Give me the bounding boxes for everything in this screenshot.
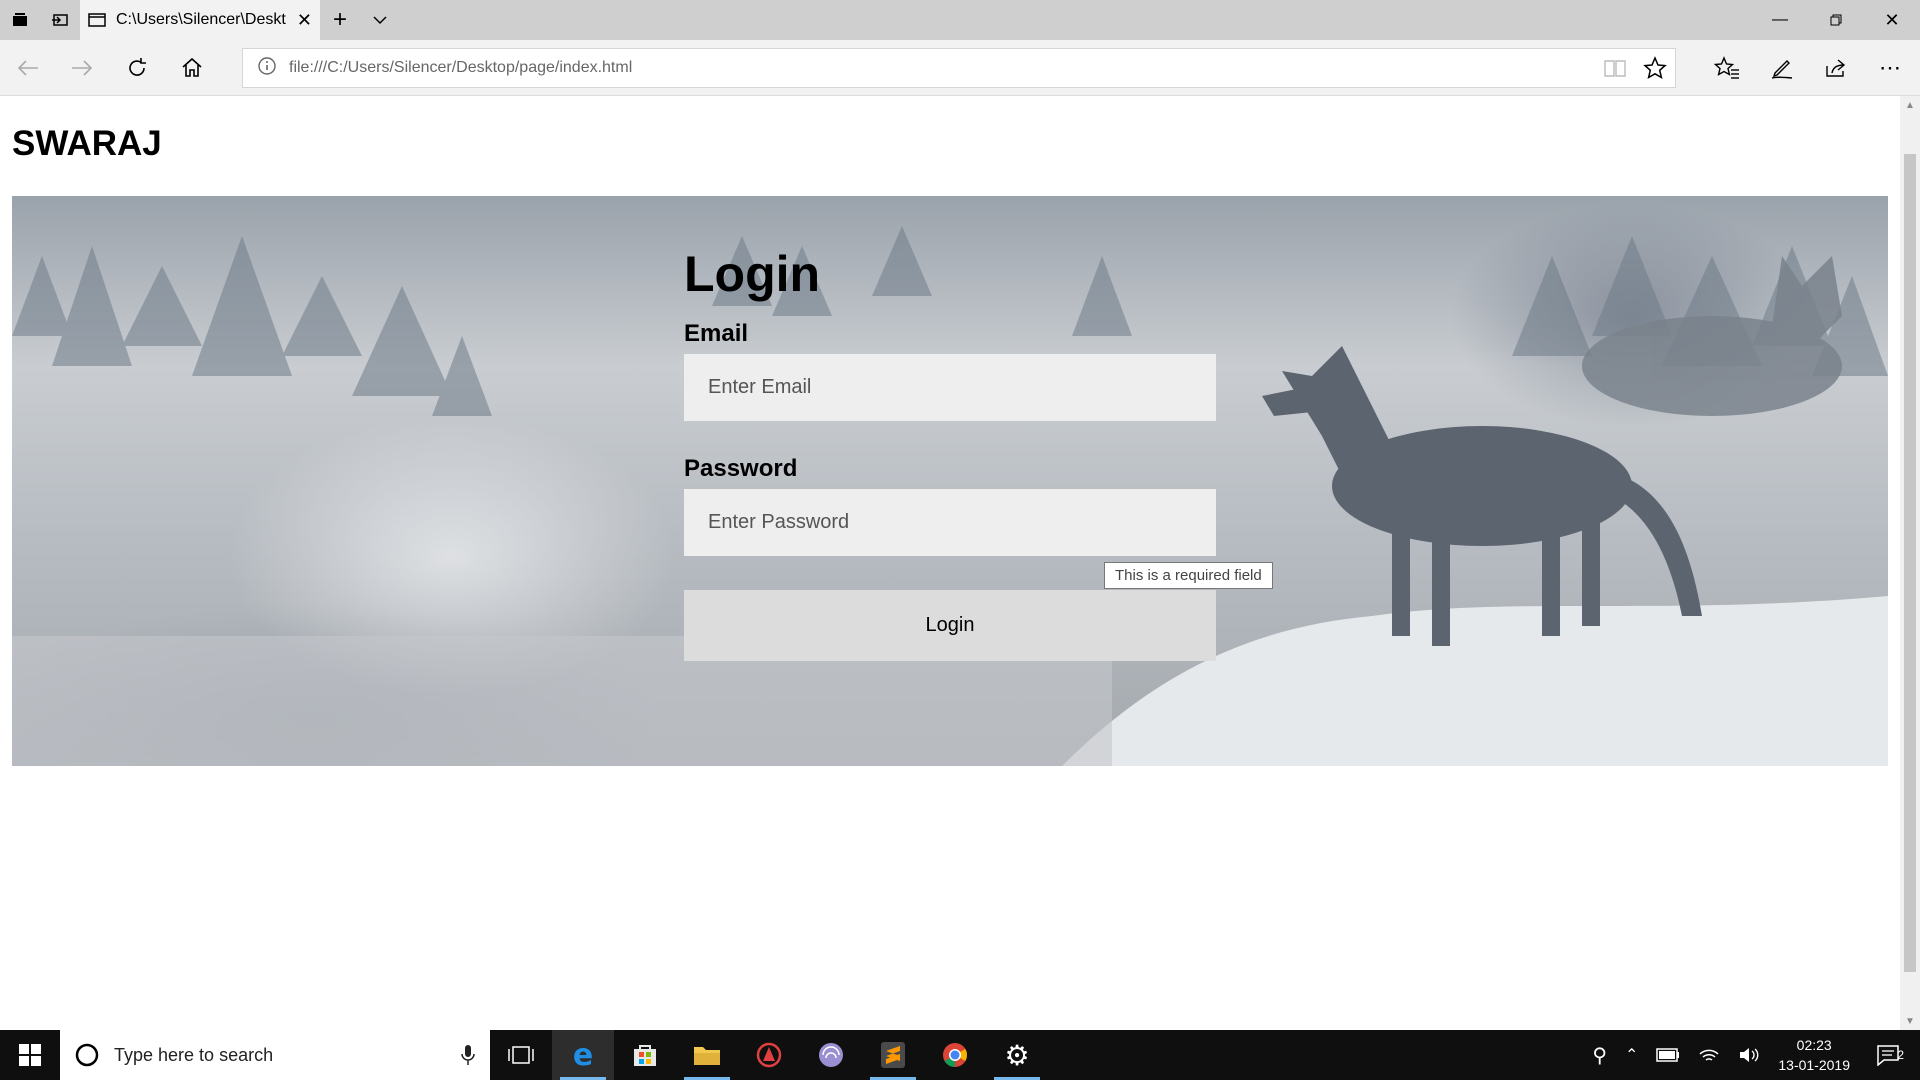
- minimize-button[interactable]: —: [1752, 0, 1808, 40]
- restore-icon: [1830, 14, 1842, 26]
- home-button[interactable]: [176, 52, 208, 84]
- reading-view-icon[interactable]: [1595, 58, 1635, 78]
- close-tab-icon[interactable]: ✕: [297, 10, 312, 31]
- gear-icon: ⚙: [1004, 1039, 1030, 1071]
- close-icon: ✕: [1884, 9, 1900, 30]
- brand-heading: SWARAJ: [12, 124, 162, 163]
- taskbar-edge[interactable]: e: [552, 1030, 614, 1080]
- taskbar-file-explorer[interactable]: [676, 1030, 738, 1080]
- favorite-star-icon[interactable]: [1635, 56, 1675, 80]
- clock-date: 13-01-2019: [1778, 1057, 1850, 1073]
- wifi-icon[interactable]: [1698, 1046, 1720, 1064]
- taskbar-settings[interactable]: ⚙: [986, 1030, 1048, 1080]
- hero-banner: Login Email Password Login: [12, 196, 1888, 766]
- scroll-up-icon[interactable]: ▲: [1900, 96, 1920, 114]
- scrollbar-thumb[interactable]: [1904, 154, 1916, 972]
- cortana-icon: [75, 1043, 99, 1067]
- refresh-icon: [129, 58, 146, 76]
- arrow-right-icon: [72, 60, 93, 76]
- pen-icon: [1771, 60, 1793, 79]
- store-icon: [634, 1045, 656, 1066]
- red-app-icon: [756, 1042, 782, 1068]
- required-field-tooltip: This is a required field: [1104, 562, 1273, 589]
- search-placeholder: Type here to search: [114, 1044, 274, 1065]
- taskbar-chrome[interactable]: [924, 1030, 986, 1080]
- chrome-icon: [943, 1043, 967, 1067]
- address-url[interactable]: file:///C:/Users/Silencer/Desktop/page/i…: [289, 59, 1595, 77]
- taskbar-search-box[interactable]: Type here to search: [60, 1030, 490, 1080]
- taskbar-sublime-text[interactable]: [862, 1030, 924, 1080]
- action-center-button[interactable]: 2: [1868, 1044, 1908, 1066]
- tabs-aside-button[interactable]: [0, 0, 40, 40]
- login-button[interactable]: Login: [684, 590, 1216, 661]
- plus-icon: +: [332, 6, 347, 33]
- favorites-hub-button[interactable]: [1711, 52, 1743, 84]
- windows-logo-icon: [19, 1044, 41, 1066]
- page-icon: [88, 13, 106, 27]
- show-hidden-icons-chevron-icon[interactable]: ⌃: [1625, 1045, 1638, 1065]
- taskbar-store[interactable]: [614, 1030, 676, 1080]
- microphone-icon[interactable]: [460, 1044, 476, 1066]
- share-icon: [1826, 59, 1846, 77]
- tab-preview-button[interactable]: [360, 0, 400, 40]
- windows-taskbar: Type here to search e ⚙ ⚲ ⌃ 02:23 13-01-…: [0, 1030, 1920, 1080]
- clock-time: 02:23: [1796, 1037, 1832, 1053]
- tabs-aside-icon: [13, 13, 27, 26]
- site-info-icon[interactable]: [257, 56, 277, 81]
- notification-count-badge: 2: [1897, 1048, 1904, 1062]
- restore-button[interactable]: [1808, 0, 1864, 40]
- battery-icon[interactable]: [1656, 1048, 1680, 1062]
- browser-nav-bar: file:///C:/Users/Silencer/Desktop/page/i…: [0, 40, 1920, 96]
- browser-tab[interactable]: C:\Users\Silencer\Deskt ✕: [80, 0, 320, 40]
- web-page: SWARAJ Login Email Enter Email Password …: [0, 96, 1900, 1030]
- password-label: Password: [684, 455, 798, 482]
- folder-icon: [694, 1047, 720, 1065]
- task-view-button[interactable]: [490, 1030, 552, 1080]
- email-field[interactable]: [684, 354, 1216, 421]
- purple-app-icon: [819, 1043, 843, 1067]
- system-tray: ⚲ ⌃ 02:23 13-01-2019 2: [1592, 1030, 1920, 1080]
- start-button[interactable]: [0, 1030, 60, 1080]
- vertical-scrollbar[interactable]: ▲ ▼: [1900, 96, 1920, 1030]
- edge-icon: e: [572, 1037, 594, 1073]
- share-button[interactable]: [1820, 52, 1852, 84]
- home-icon: [182, 57, 202, 77]
- more-menu-button[interactable]: ⋯: [1874, 52, 1906, 84]
- taskbar-app-red[interactable]: [738, 1030, 800, 1080]
- back-button[interactable]: [12, 52, 44, 84]
- forward-button[interactable]: [66, 52, 98, 84]
- taskbar-app-purple[interactable]: [800, 1030, 862, 1080]
- login-title: Login: [684, 246, 821, 302]
- favorites-list-icon: [1714, 56, 1739, 79]
- add-notes-button[interactable]: [1766, 52, 1798, 84]
- chevron-down-icon: [373, 16, 387, 25]
- task-view-icon: [508, 1046, 534, 1064]
- scroll-down-icon[interactable]: ▼: [1900, 1012, 1920, 1030]
- minimize-icon: —: [1772, 11, 1788, 28]
- set-aside-icon: [52, 14, 68, 26]
- window-controls: — ✕: [1752, 0, 1920, 40]
- refresh-button[interactable]: [121, 52, 153, 84]
- address-bar[interactable]: file:///C:/Users/Silencer/Desktop/page/i…: [242, 48, 1676, 88]
- sublime-icon: [881, 1042, 905, 1068]
- browser-tab-bar: C:\Users\Silencer\Deskt ✕ + — ✕: [0, 0, 1920, 40]
- tab-title: C:\Users\Silencer\Deskt: [116, 11, 286, 28]
- taskbar-clock[interactable]: 02:23 13-01-2019: [1778, 1035, 1850, 1075]
- ellipsis-icon: ⋯: [1879, 55, 1901, 80]
- people-icon[interactable]: ⚲: [1592, 1043, 1607, 1068]
- login-form: Login Email Password Login: [684, 196, 1216, 661]
- email-label: Email: [684, 320, 749, 347]
- new-tab-button[interactable]: +: [320, 0, 360, 40]
- set-tabs-aside-button[interactable]: [40, 0, 80, 40]
- password-field[interactable]: [684, 489, 1216, 556]
- volume-icon[interactable]: [1738, 1046, 1760, 1064]
- arrow-left-icon: [17, 60, 38, 76]
- close-window-button[interactable]: ✕: [1864, 0, 1920, 40]
